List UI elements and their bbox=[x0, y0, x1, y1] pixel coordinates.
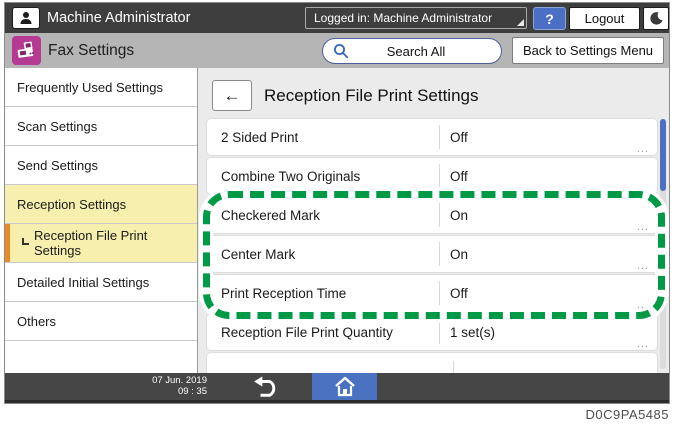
user-icon[interactable] bbox=[12, 7, 40, 29]
person-icon bbox=[18, 10, 34, 26]
help-button[interactable]: ? bbox=[533, 7, 566, 30]
row-divider bbox=[453, 361, 454, 373]
back-to-settings-menu-button[interactable]: Back to Settings Menu bbox=[512, 37, 664, 64]
back-button[interactable]: ← bbox=[212, 80, 252, 111]
search-all-label: Search All bbox=[349, 44, 483, 59]
setting-row[interactable]: Reception File Print Quantity 1 set(s) .… bbox=[207, 314, 657, 350]
return-arrow-icon bbox=[249, 376, 283, 398]
settings-sidebar: Frequently Used Settings Scan Settings S… bbox=[5, 68, 198, 373]
sidebar-item[interactable]: Reception Settings bbox=[5, 185, 197, 224]
login-status-label: Logged in: Machine Administrator bbox=[314, 11, 492, 25]
footer-bottom-strip bbox=[5, 400, 669, 403]
setting-label: Checkered Mark bbox=[207, 208, 439, 223]
setting-value: 1 set(s) bbox=[440, 325, 495, 340]
setting-label: Combine Two Originals bbox=[207, 169, 439, 184]
panel-header: ← Reception File Print Settings bbox=[212, 80, 479, 111]
sidebar-item-label: Reception Settings bbox=[17, 197, 126, 212]
home-icon bbox=[333, 376, 357, 398]
sidebar-item[interactable]: Send Settings bbox=[5, 146, 197, 185]
more-ellipsis-icon: ... bbox=[637, 261, 649, 271]
setting-label: Reception File Print Quantity bbox=[207, 325, 439, 340]
login-dropdown-triangle-icon bbox=[517, 19, 524, 26]
scrollbar-track[interactable] bbox=[660, 119, 666, 369]
sidebar-item[interactable]: Reception File Print Settings bbox=[5, 224, 197, 263]
sidebar-item[interactable]: Others bbox=[5, 302, 197, 341]
search-all-button[interactable]: Search All bbox=[322, 38, 502, 64]
sidebar-item-label: Reception File Print Settings bbox=[34, 228, 197, 258]
back-key-button[interactable] bbox=[238, 373, 294, 400]
search-icon bbox=[333, 43, 349, 59]
screenshot-stage: Machine Administrator Logged in: Machine… bbox=[0, 0, 691, 427]
device-screen: Machine Administrator Logged in: Machine… bbox=[5, 3, 669, 403]
app-title: Fax Settings bbox=[48, 33, 134, 68]
sidebar-item-label: Others bbox=[17, 314, 56, 329]
more-ellipsis-icon: ... bbox=[637, 183, 649, 193]
figure-code: D0C9PA5485 bbox=[585, 407, 669, 422]
sidebar-item-label: Scan Settings bbox=[17, 119, 97, 134]
sidebar-item-label: Detailed Initial Settings bbox=[17, 275, 149, 290]
main-panel: ← Reception File Print Settings 2 Sided … bbox=[198, 68, 669, 373]
setting-value: Off bbox=[440, 286, 468, 301]
settings-rows: 2 Sided Print Off ... Combine Two Origin… bbox=[207, 119, 657, 353]
user-name: Machine Administrator bbox=[47, 3, 190, 33]
fax-machine-icon bbox=[16, 40, 37, 61]
energy-saver-button[interactable] bbox=[643, 7, 669, 30]
time-label: 09 : 35 bbox=[152, 386, 207, 397]
scrollbar-thumb[interactable] bbox=[660, 119, 666, 191]
more-ellipsis-icon: ... bbox=[637, 144, 649, 154]
home-button[interactable] bbox=[312, 373, 377, 400]
fax-settings-icon bbox=[12, 36, 41, 65]
setting-label: Center Mark bbox=[207, 247, 439, 262]
login-status-box[interactable]: Logged in: Machine Administrator bbox=[305, 7, 527, 29]
more-ellipsis-icon: ... bbox=[637, 300, 649, 310]
branch-icon bbox=[22, 238, 29, 245]
setting-row[interactable]: 2 Sided Print Off ... bbox=[207, 119, 657, 155]
logout-button[interactable]: Logout bbox=[569, 7, 640, 30]
more-ellipsis-icon: ... bbox=[637, 339, 649, 349]
setting-row[interactable]: Print Reception Time Off ... bbox=[207, 275, 657, 311]
selected-accent-bar bbox=[5, 224, 10, 262]
footer-bar: 07 Jun. 2019 09 : 35 bbox=[5, 373, 669, 403]
setting-value: Off bbox=[440, 130, 468, 145]
sidebar-item-label: Frequently Used Settings bbox=[17, 80, 163, 95]
sidebar-item-label: Send Settings bbox=[17, 158, 98, 173]
sidebar-item[interactable]: Frequently Used Settings bbox=[5, 68, 197, 107]
moon-icon bbox=[649, 11, 664, 26]
setting-label: Print Reception Time bbox=[207, 286, 439, 301]
back-arrow-icon: ← bbox=[224, 86, 241, 106]
sidebar-item[interactable]: Detailed Initial Settings bbox=[5, 263, 197, 302]
more-ellipsis-icon: ... bbox=[637, 222, 649, 232]
partial-next-row[interactable] bbox=[207, 353, 657, 373]
setting-row[interactable]: Center Mark On ... bbox=[207, 236, 657, 272]
setting-value: Off bbox=[440, 169, 468, 184]
page-title: Reception File Print Settings bbox=[264, 86, 479, 106]
top-bar: Machine Administrator Logged in: Machine… bbox=[5, 3, 669, 33]
setting-label: 2 Sided Print bbox=[207, 130, 439, 145]
app-bar: Fax Settings Search All Back to Settings… bbox=[5, 33, 669, 68]
setting-row[interactable]: Combine Two Originals Off ... bbox=[207, 158, 657, 194]
setting-value: On bbox=[440, 247, 468, 262]
date-label: 07 Jun. 2019 bbox=[152, 375, 207, 386]
date-time: 07 Jun. 2019 09 : 35 bbox=[152, 375, 207, 397]
setting-row[interactable]: Checkered Mark On ... bbox=[207, 197, 657, 233]
sidebar-item[interactable]: Scan Settings bbox=[5, 107, 197, 146]
setting-value: On bbox=[440, 208, 468, 223]
